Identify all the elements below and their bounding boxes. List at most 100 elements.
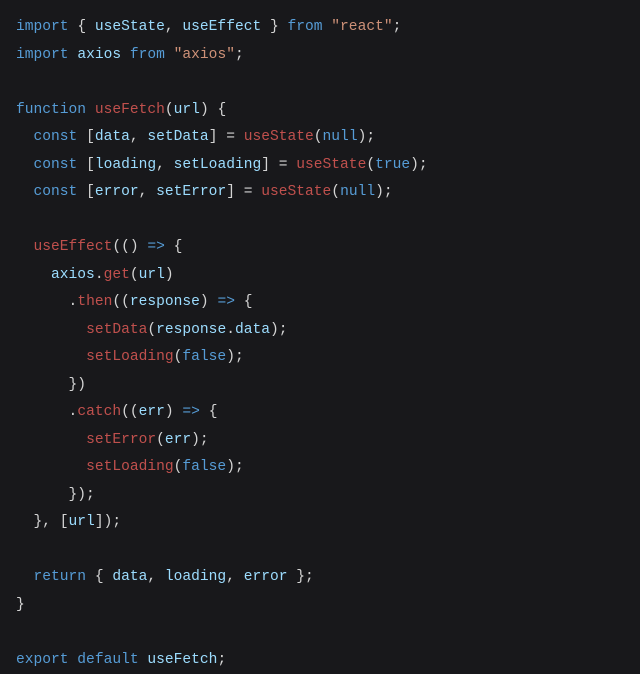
- code-token: get: [104, 267, 130, 283]
- code-line: export default useFetch;: [16, 652, 226, 668]
- code-token: =>: [217, 294, 235, 310]
- code-token: setData: [147, 129, 208, 145]
- code-token: );: [191, 432, 209, 448]
- code-token: function: [16, 102, 95, 118]
- code-token: [16, 569, 34, 585]
- code-line: }): [16, 377, 86, 393]
- code-line: });: [16, 487, 95, 503]
- code-token: false: [182, 349, 226, 365]
- code-token: );: [410, 157, 428, 173]
- code-line: axios.get(url): [16, 267, 174, 283]
- code-token: .: [95, 267, 104, 283]
- code-line: return { data, loading, error };: [16, 569, 314, 585]
- code-token: url: [69, 514, 95, 530]
- code-token: ;: [217, 652, 226, 668]
- code-token: [16, 459, 86, 475]
- code-token: ,: [130, 129, 148, 145]
- code-token: data: [95, 129, 130, 145]
- code-token: setError: [156, 184, 226, 200]
- code-token: useEffect: [182, 19, 261, 35]
- code-token: (: [165, 102, 174, 118]
- code-token: null: [323, 129, 358, 145]
- code-token: [16, 349, 86, 365]
- code-token: }, [: [16, 514, 69, 530]
- code-token: };: [288, 569, 314, 585]
- code-token: ((: [112, 294, 130, 310]
- code-token: response: [156, 322, 226, 338]
- code-token: [16, 432, 86, 448]
- code-token: ]);: [95, 514, 121, 530]
- code-token: (: [366, 157, 375, 173]
- code-token: data: [112, 569, 147, 585]
- code-token: setData: [86, 322, 147, 338]
- code-token: ): [165, 404, 183, 420]
- code-token: ,: [156, 157, 174, 173]
- code-token: loading: [95, 157, 156, 173]
- code-token: useFetch: [147, 652, 217, 668]
- code-token: [16, 267, 51, 283]
- code-token: ;: [393, 19, 402, 35]
- code-line: setLoading(false);: [16, 459, 244, 475]
- code-token: axios: [51, 267, 95, 283]
- code-token: ,: [165, 19, 183, 35]
- code-token: false: [182, 459, 226, 475]
- code-token: ): [200, 294, 218, 310]
- code-line: }: [16, 597, 25, 613]
- code-line: const [loading, setLoading] = useState(t…: [16, 157, 428, 173]
- code-line: useEffect(() => {: [16, 239, 182, 255]
- code-token: useState: [261, 184, 331, 200]
- code-token: ,: [147, 569, 165, 585]
- code-token: setLoading: [174, 157, 262, 173]
- code-token: .: [226, 322, 235, 338]
- code-token: response: [130, 294, 200, 310]
- code-token: {: [95, 569, 113, 585]
- code-token: [16, 129, 34, 145]
- code-token: "axios": [174, 47, 235, 63]
- code-line: import axios from "axios";: [16, 47, 244, 63]
- code-token: [16, 184, 34, 200]
- code-token: =>: [147, 239, 165, 255]
- code-token: [16, 157, 34, 173]
- code-line: setLoading(false);: [16, 349, 244, 365]
- code-token: ((): [112, 239, 147, 255]
- code-token: true: [375, 157, 410, 173]
- code-token: useState: [95, 19, 165, 35]
- code-token: (: [314, 129, 323, 145]
- code-token: ,: [226, 569, 244, 585]
- code-token: error: [95, 184, 139, 200]
- code-token: import: [16, 19, 77, 35]
- code-token: useFetch: [95, 102, 165, 118]
- code-token: const: [34, 184, 87, 200]
- code-token: import: [16, 47, 77, 63]
- code-token: export default: [16, 652, 147, 668]
- code-line: }, [url]);: [16, 514, 121, 530]
- code-token: url: [139, 267, 165, 283]
- code-line: import { useState, useEffect } from "rea…: [16, 19, 401, 35]
- code-line: function useFetch(url) {: [16, 102, 226, 118]
- code-line: .then((response) => {: [16, 294, 252, 310]
- code-line: setData(response.data);: [16, 322, 288, 338]
- code-token: err: [165, 432, 191, 448]
- code-token: "react": [331, 19, 392, 35]
- code-token: {: [235, 294, 253, 310]
- code-token: (: [147, 322, 156, 338]
- code-token: (: [156, 432, 165, 448]
- code-token: .: [16, 404, 77, 420]
- code-token: setLoading: [86, 349, 174, 365]
- code-token: }: [16, 597, 25, 613]
- code-token: );: [375, 184, 393, 200]
- code-token: ((: [121, 404, 139, 420]
- code-token: const: [34, 129, 87, 145]
- code-token: (: [331, 184, 340, 200]
- code-token: }: [261, 19, 279, 35]
- code-token: {: [165, 239, 183, 255]
- code-token: ): [165, 267, 174, 283]
- code-token: useState: [296, 157, 366, 173]
- code-token: ] =: [209, 129, 244, 145]
- code-token: data: [235, 322, 270, 338]
- code-block: import { useState, useEffect } from "rea…: [0, 0, 640, 674]
- code-content: import { useState, useEffect } from "rea…: [16, 19, 428, 668]
- code-line: .catch((err) => {: [16, 404, 217, 420]
- code-token: ) {: [200, 102, 226, 118]
- code-token: .: [16, 294, 77, 310]
